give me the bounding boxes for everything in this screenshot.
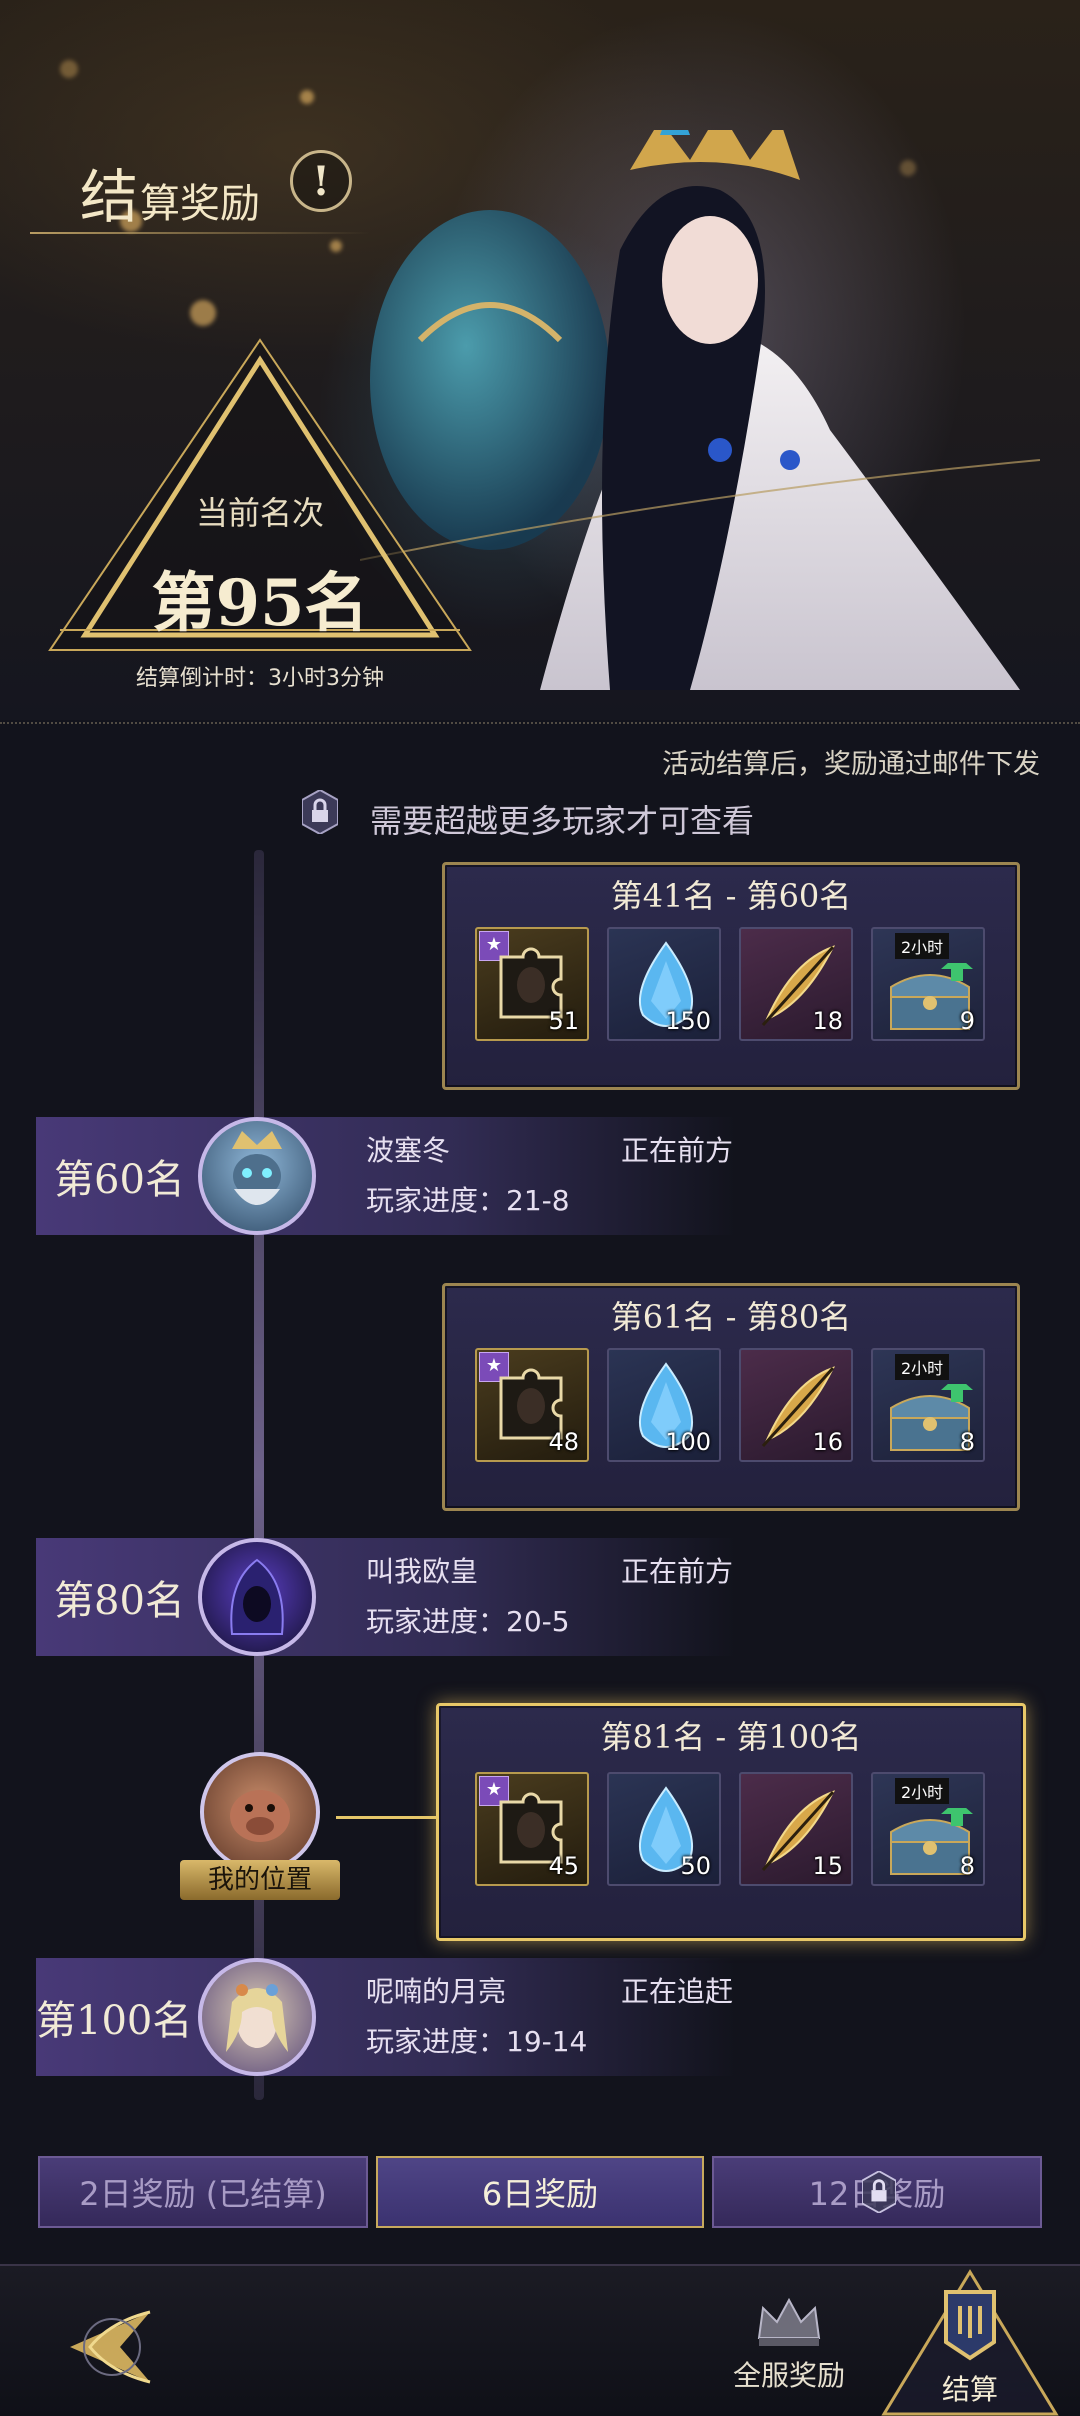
- tier-title: 第81名 - 第100名: [600, 1718, 862, 1756]
- tab-2-day-reward[interactable]: 2日奖励 (已结算): [38, 2156, 368, 2228]
- title-first-char: 结: [80, 163, 141, 231]
- player-progress: 玩家进度：21-8: [366, 1184, 570, 1217]
- player-name: 呢喃的月亮: [366, 1975, 507, 2008]
- treasure-chest-item[interactable]: 2小时 8: [871, 1772, 985, 1886]
- banner-emblem-icon: [944, 2290, 996, 2361]
- puzzle-piece-item[interactable]: ★ 51: [475, 927, 589, 1041]
- reward-tier-41-60: 第41名 - 第60名 ★ 51 150 18 2小时 9: [442, 862, 1020, 1090]
- blue-gem-item[interactable]: 50: [607, 1772, 721, 1886]
- player-rank: 第100名: [36, 1998, 193, 2044]
- my-position-label: 我的位置: [180, 1860, 340, 1900]
- player-status: 正在前方: [621, 1555, 734, 1588]
- tab-6-day-reward[interactable]: 6日奖励: [376, 2156, 704, 2228]
- item-count: 50: [680, 1852, 711, 1880]
- player-name: 波塞冬: [366, 1134, 451, 1167]
- my-position-connector: [336, 1816, 438, 1819]
- boar-avatar-icon: [230, 1790, 290, 1842]
- hero-banner: 结算奖励 ! 当前名次 第95名 结算倒计时：3小时3分钟: [0, 0, 1080, 720]
- time-tag: 2小时: [895, 933, 950, 959]
- item-count: 150: [665, 1007, 711, 1035]
- item-count: 100: [665, 1428, 711, 1456]
- puzzle-piece-item[interactable]: ★ 45: [475, 1772, 589, 1886]
- timeline-track: [254, 850, 264, 2100]
- blue-gem-item[interactable]: 100: [607, 1348, 721, 1462]
- nav-server-reward[interactable]: 全服奖励: [714, 2294, 864, 2394]
- reward-tier-61-80: 第61名 - 第80名 ★ 48 100 16 2小时 8: [442, 1283, 1020, 1511]
- exclamation-icon: !: [312, 157, 330, 205]
- item-count: 16: [812, 1428, 843, 1456]
- player-row-rank-80[interactable]: 第80名 叫我欧皇 正在前方 玩家进度：20-5: [36, 1538, 736, 1656]
- item-count: 48: [548, 1428, 579, 1456]
- crown-helmet-icon: [757, 2297, 821, 2346]
- hooded-figure-avatar-icon: [230, 1558, 284, 1635]
- tab-12-day-reward[interactable]: 12日奖励: [712, 2156, 1042, 2228]
- player-status: 正在追赶: [621, 1975, 734, 2008]
- nav-settlement-label: 结算: [941, 2373, 998, 2406]
- player-rank: 第80名: [54, 1578, 185, 1624]
- player-progress: 玩家进度：19-14: [366, 2025, 588, 2058]
- current-rank-value: 第95名: [151, 566, 369, 641]
- item-count: 9: [959, 1007, 975, 1035]
- player-row-rank-100[interactable]: 第100名 呢喃的月亮 正在追赶 玩家进度：19-14: [36, 1958, 736, 2076]
- locked-hint: 需要超越更多玩家才可查看: [370, 802, 755, 840]
- reward-tier-81-100: 第81名 - 第100名 ★ 45 50 15 2小时 8: [436, 1703, 1026, 1941]
- item-count: 15: [812, 1852, 843, 1880]
- golden-feather-item[interactable]: 18: [739, 927, 853, 1041]
- mail-delivery-note: 活动结算后，奖励通过邮件下发: [662, 749, 1040, 780]
- tier-title: 第41名 - 第60名: [610, 877, 852, 915]
- time-tag: 2小时: [895, 1354, 950, 1380]
- treasure-chest-item[interactable]: 2小时 8: [871, 1348, 985, 1462]
- title-underline: [30, 232, 370, 234]
- lock-icon: [302, 790, 338, 834]
- player-rank: 第60名: [54, 1157, 185, 1203]
- item-count: 51: [548, 1007, 579, 1035]
- page-title: 结算奖励: [80, 150, 260, 234]
- avatar: [198, 1958, 316, 2076]
- my-avatar[interactable]: [200, 1752, 320, 1872]
- golden-feather-item[interactable]: 16: [739, 1348, 853, 1462]
- avatar: [198, 1117, 316, 1235]
- bottom-navigation: 全服奖励 结算: [0, 2264, 1080, 2416]
- avatar: [198, 1538, 316, 1656]
- divider: [0, 722, 1080, 724]
- title-rest: 算奖励: [140, 181, 261, 227]
- winged-arrow-back-icon[interactable]: [50, 2302, 160, 2392]
- poseidon-avatar-icon: [232, 1131, 282, 1205]
- player-name: 叫我欧皇: [366, 1555, 479, 1588]
- item-count: 8: [959, 1428, 975, 1456]
- item-count: 45: [548, 1852, 579, 1880]
- item-count: 18: [812, 1007, 843, 1035]
- player-progress: 玩家进度：20-5: [366, 1605, 570, 1638]
- elf-avatar-icon: [226, 1984, 288, 2052]
- nav-settlement[interactable]: 结算: [880, 2266, 1060, 2416]
- item-count: 8: [959, 1852, 975, 1880]
- settlement-countdown: 结算倒计时：3小时3分钟: [136, 666, 384, 691]
- lock-icon: [862, 2171, 896, 2213]
- tier-title: 第61名 - 第80名: [610, 1298, 852, 1336]
- player-row-rank-60[interactable]: 第60名 波塞冬 正在前方 玩家进度：21-8: [36, 1117, 736, 1235]
- treasure-chest-item[interactable]: 2小时 9: [871, 927, 985, 1041]
- player-status: 正在前方: [621, 1134, 734, 1167]
- info-button[interactable]: !: [290, 150, 352, 212]
- current-rank-label: 当前名次: [195, 494, 324, 532]
- puzzle-piece-item[interactable]: ★ 48: [475, 1348, 589, 1462]
- time-tag: 2小时: [895, 1778, 950, 1804]
- nav-server-reward-label: 全服奖励: [732, 2359, 845, 2392]
- golden-feather-item[interactable]: 15: [739, 1772, 853, 1886]
- blue-gem-item[interactable]: 150: [607, 927, 721, 1041]
